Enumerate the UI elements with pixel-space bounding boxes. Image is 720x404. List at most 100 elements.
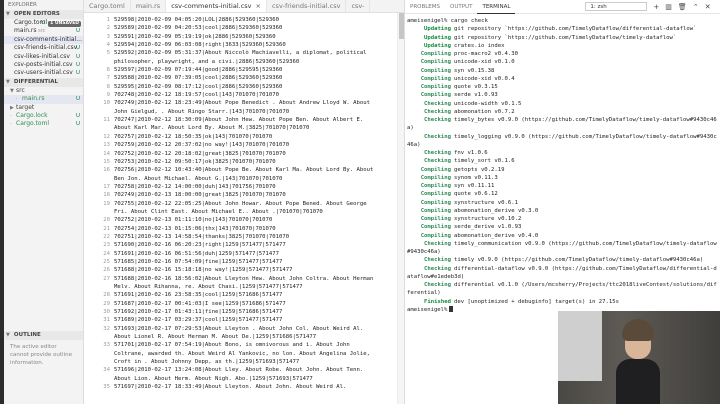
terminal-line: a) bbox=[407, 124, 718, 132]
line-number: 14 bbox=[103, 150, 110, 157]
terminal-line: Compiling synstructure v0.10.2 bbox=[407, 215, 718, 223]
webcam-overlay bbox=[558, 311, 720, 404]
terminal-line: Compiling synstructure v0.6.1 bbox=[407, 199, 718, 207]
line-number: 4 bbox=[106, 42, 110, 49]
explorer-spacer bbox=[4, 129, 83, 331]
line-text: 529589|2010-02-09 04:20:53|cool|2886|529… bbox=[114, 25, 283, 32]
code-view[interactable]: 1 529598|2010-02-09 04:05:20|LOL|2886|529… bbox=[84, 13, 404, 391]
code-line: 34 571696|2010-02-17 13:24:08|About Lley.… bbox=[84, 366, 404, 374]
line-text: Melv. About Rihanna, re. About Chasi.|12… bbox=[114, 284, 303, 290]
open-editors-header[interactable]: ▼ OPEN EDITORS 1 UNSAVED bbox=[4, 10, 83, 27]
git-status-badge: U bbox=[75, 28, 80, 35]
terminal-output[interactable]: ameisenigel% cargo check Updating git repo… bbox=[405, 14, 720, 317]
code-line: 26 571688|2010-02-16 15:18:18|no way!|125… bbox=[84, 266, 404, 274]
tab-terminal[interactable]: TERMINAL bbox=[477, 0, 516, 14]
editor-tab[interactable]: csv-comments-initial.csv × bbox=[166, 0, 267, 12]
terminal-keyword: Compiling bbox=[420, 207, 451, 214]
line-text: 571701|2010-02-17 07:54:19|About Bono, i… bbox=[114, 342, 350, 349]
code-line: 23 571690|2010-02-16 06:20:23|right|1259|… bbox=[84, 241, 404, 249]
open-editor-item[interactable]: csv-likes-initial.csv U bbox=[4, 53, 83, 61]
open-editor-item[interactable]: main.rs src U bbox=[4, 27, 83, 35]
open-editor-item[interactable]: csv-posts-initial.csv U bbox=[4, 61, 83, 69]
editor-tab[interactable]: Cargo.toml bbox=[84, 0, 131, 12]
line-text: 529595|2010-02-09 08:17:12|cool|2886|529… bbox=[114, 83, 283, 90]
terminal-keyword: Updating bbox=[424, 34, 451, 41]
terminal-keyword: Compiling bbox=[420, 199, 451, 206]
editor-tab[interactable]: csv- bbox=[346, 0, 371, 12]
code-line: 28 571691|2010-02-16 23:58:35|cool|1259|5… bbox=[84, 291, 404, 299]
line-text: John Gielgud, . About Ringo Starr.|143|7… bbox=[114, 108, 290, 115]
editor-scrollbar[interactable] bbox=[397, 13, 404, 404]
terminal-line: Checking differential-dataflow v0.9.0 (ht… bbox=[407, 265, 718, 273]
editor-tab[interactable]: main.rs bbox=[131, 0, 167, 12]
terminal-keyword: Compiling bbox=[420, 174, 451, 181]
terminal-text: ataflow#e1edeb3d) bbox=[407, 273, 465, 280]
line-text: 529597|2010-02-09 07:19:44|good|2886|529… bbox=[114, 67, 283, 74]
line-text: 529588|2010-02-09 07:39:05|cool|2886|529… bbox=[114, 75, 283, 82]
terminal-line: Compiling quote v0.3.15 bbox=[407, 83, 718, 91]
outline-header[interactable]: ▼ OUTLINE bbox=[4, 330, 83, 340]
line-text: 529591|2010-02-09 05:19:19|ok|2886|52936… bbox=[114, 33, 276, 40]
terminal-keyword: Compiling bbox=[420, 216, 451, 222]
tree-item[interactable]: ▼ src bbox=[4, 87, 83, 95]
git-status-badge: U bbox=[75, 53, 80, 60]
line-number: 2 bbox=[106, 25, 110, 32]
vscode-window: EXPLORER ▼ OPEN EDITORS 1 UNSAVED Cargo.… bbox=[0, 0, 720, 404]
tree-item-name: Cargo.lock bbox=[16, 111, 48, 119]
close-icon[interactable]: × bbox=[256, 2, 261, 10]
panel-tabs: PROBLEMS OUTPUT TERMINAL 1: zsh + ▥ 🗑 ⌃ … bbox=[405, 0, 720, 14]
tree-item[interactable]: · main.rs U bbox=[4, 95, 83, 104]
terminal-line: Compiling abomonation_derive v0.4.0 bbox=[407, 232, 718, 240]
terminal-text: ferential) bbox=[407, 290, 441, 297]
git-status-badge: U bbox=[41, 20, 46, 26]
tree-item[interactable]: · Cargo.toml U bbox=[4, 120, 83, 128]
terminal-keyword: Compiling bbox=[420, 75, 451, 82]
tab-output[interactable]: OUTPUT bbox=[445, 0, 477, 14]
code-line: 30 571692|2010-02-17 01:43:11|fine|1259|5… bbox=[84, 308, 404, 316]
line-text: 702755|2010-02-12 22:05:25|About John Ho… bbox=[114, 200, 367, 207]
open-editor-item[interactable]: Cargo.toml U bbox=[4, 19, 48, 27]
terminal-text: timely v0.9.0 (https://github.com/Timely… bbox=[454, 257, 704, 264]
line-text: Coltrane, awarded th. About Weird Al Yan… bbox=[114, 350, 370, 357]
code-line: 3 529591|2010-02-09 05:19:19|ok|2886|5293… bbox=[84, 33, 404, 41]
code-line: About Lionel R. About Herman M. About De… bbox=[84, 333, 404, 341]
line-number: 26 bbox=[103, 267, 110, 274]
tree-item[interactable]: ▶ target bbox=[4, 104, 83, 112]
terminal-keyword: Compiling bbox=[420, 59, 451, 66]
split-terminal-icon[interactable]: ▥ bbox=[665, 3, 672, 11]
terminal-line: ferential) bbox=[407, 289, 718, 297]
explorer-sidebar: EXPLORER ▼ OPEN EDITORS 1 UNSAVED Cargo.… bbox=[4, 0, 84, 404]
code-line: 16 702756|2010-02-12 10:43:40|About Pope … bbox=[84, 166, 404, 174]
line-number: 12 bbox=[103, 133, 110, 140]
open-editor-item[interactable]: csv-comments-initial... bbox=[4, 35, 83, 45]
line-number: 18 bbox=[103, 192, 110, 199]
open-editor-item[interactable]: csv-friends-initial.csv U bbox=[4, 44, 83, 52]
terminal-line: Compiling syn v0.11.11 bbox=[407, 182, 718, 190]
add-terminal-icon[interactable]: + bbox=[653, 3, 659, 11]
terminal-keyword: Finished bbox=[424, 298, 451, 305]
trash-icon[interactable]: 🗑 bbox=[678, 3, 687, 11]
open-editor-item[interactable]: csv-users-initial.csv U bbox=[4, 69, 83, 77]
tab-problems[interactable]: PROBLEMS bbox=[405, 0, 445, 14]
code-line: 9 702748|2010-02-12 18:19:57|cool|143|701… bbox=[84, 91, 404, 99]
line-number: 24 bbox=[103, 250, 110, 257]
line-number: 13 bbox=[103, 142, 110, 149]
terminal-text: differential v0.1.0 (/Users/mcsherry/Pro… bbox=[454, 282, 717, 288]
line-number: 23 bbox=[103, 242, 110, 249]
close-panel-icon[interactable]: ✕ bbox=[705, 3, 711, 11]
terminal-keyword: Checking bbox=[424, 150, 451, 156]
project-header[interactable]: ▼ DIFFERENTIAL bbox=[4, 77, 83, 87]
maximize-panel-icon[interactable]: ⌃ bbox=[693, 3, 699, 11]
terminal-text: #9430c46a) bbox=[407, 249, 441, 255]
editor-tab-label: csv-comments-initial.csv bbox=[171, 2, 252, 10]
tree-item[interactable]: · Cargo.lock U bbox=[4, 112, 83, 120]
terminal-text: abomonation_derive v0.3.0 bbox=[454, 207, 539, 214]
code-line: 12 702757|2010-02-12 18:50:35|ok|143|7010… bbox=[84, 133, 404, 141]
open-editor-dir: src bbox=[36, 28, 46, 35]
editor-tab[interactable]: csv-friends-initial.csv bbox=[267, 0, 347, 12]
line-text: 571687|2010-02-17 00:41:03|I see|1259|57… bbox=[114, 300, 286, 307]
git-status-badge: U bbox=[75, 61, 80, 68]
shell-select[interactable]: 1: zsh bbox=[585, 2, 648, 11]
line-text: philosopher, playwright, and a civi.|288… bbox=[114, 58, 300, 65]
code-line: philosopher, playwright, and a civi.|288… bbox=[84, 58, 404, 66]
